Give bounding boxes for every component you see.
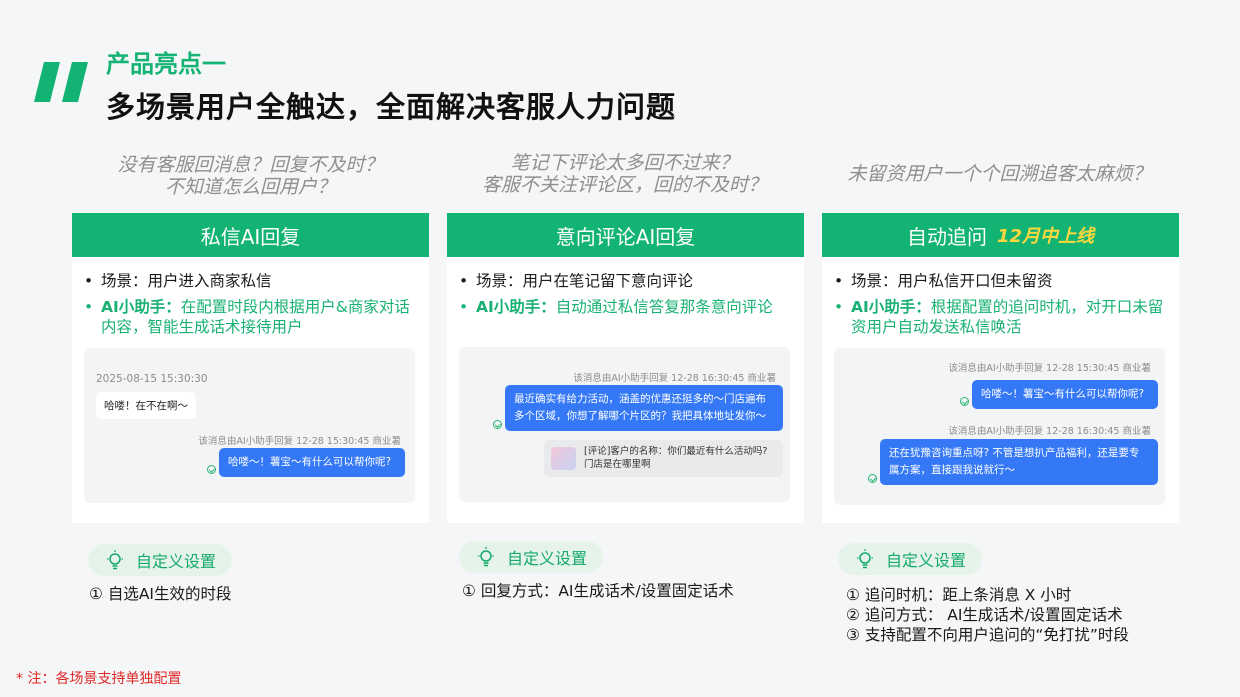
eyebrow-title: 产品亮点一 [106, 50, 226, 78]
lightbulb-icon [857, 549, 873, 569]
comment-thumbnail [551, 447, 576, 470]
card-header: 自动追问 12月中上线 [822, 213, 1179, 257]
settings-notes-3: ① 追问时机：距上条消息 X 小时 ② 追问方式： AI生成话术/设置固定话术 … [846, 585, 1129, 645]
lightbulb-icon [478, 547, 494, 567]
settings-notes-1: ① 自选AI生效的时段 [89, 584, 232, 604]
chat-timestamp: 2025-08-15 15:30:30 [96, 373, 208, 385]
note-item: ① 追问时机：距上条消息 X 小时 [846, 586, 1072, 604]
reply-bubble: 哈喽～！薯宝～有什么可以帮你呢? [972, 380, 1158, 409]
quote-mark-icon [34, 62, 88, 102]
pill-label: 自定义设置 [507, 549, 588, 568]
pill-label: 自定义设置 [136, 552, 217, 571]
chat-preview: 该消息由AI小助手回复 12-28 16:30:45 商业薯 最近确实有给力活动… [459, 347, 790, 502]
comment-line: 门店是在哪里啊 [584, 459, 651, 470]
settings-notes-2: ① 回复方式：AI生成话术/设置固定话术 [462, 581, 734, 601]
reply-bubble: 还在犹豫咨询重点呀? 不管是想扒产品福利，还是要专属方案，直接跟我说就行～ [880, 439, 1158, 485]
card-title: 私信AI回复 [200, 224, 301, 249]
feature-card-auto-followup: 自动追问 12月中上线 场景：用户私信开口但未留资 AI小助手：根据配置的追问时… [822, 213, 1179, 523]
card-body: 场景：用户在笔记留下意向评论 AI小助手：自动通过私信答复那条意向评论 该消息由… [447, 257, 804, 523]
quoted-comment: [评论]客户的名称：你们最近有什么活动吗? 门店是在哪里啊 [544, 440, 783, 477]
reply-bubble: 哈喽～！薯宝～有什么可以帮你呢? [219, 448, 405, 477]
chat-preview: 2025-08-15 15:30:30 哈喽！在不在啊～ 该消息由AI小助手回复… [84, 348, 415, 503]
launch-badge: 12月中上线 [996, 226, 1095, 247]
comment-line: [评论]客户的名称：你们最近有什么活动吗? [584, 446, 768, 457]
note-item: ① 回复方式：AI生成话术/设置固定话术 [462, 582, 734, 600]
chat-meta: 该消息由AI小助手回复 12-28 15:30:45 商业薯 [198, 436, 401, 447]
assistant-text: AI小助手：在配置时段内根据用户&商家对话内容，智能生成话术接待用户 [84, 297, 417, 337]
pain-point-3: 未留资用户一个个回溯追客太麻烦？ [847, 163, 1152, 185]
page-title: 多场景用户全触达，全面解决客服人力问题 [106, 90, 677, 124]
card-body: 场景：用户私信开口但未留资 AI小助手：根据配置的追问时机，对开口未留资用户自动… [822, 257, 1179, 523]
sent-check-icon [207, 465, 216, 474]
chat-meta: 该消息由AI小助手回复 12-28 16:30:45 商业薯 [573, 373, 776, 384]
sent-check-icon [960, 397, 969, 406]
chat-preview: 该消息由AI小助手回复 12-28 15:30:45 商业薯 哈喽～！薯宝～有什… [834, 348, 1165, 505]
custom-settings-pill-1: 自定义设置 [88, 544, 233, 576]
assistant-text: AI小助手：自动通过私信答复那条意向评论 [459, 297, 792, 317]
footnote: * 注：各场景支持单独配置 [16, 671, 182, 687]
sent-check-icon [868, 474, 877, 483]
pain-point-2: 笔记下评论太多回不过来？ 客服不关注评论区，回的不及时？ [481, 152, 767, 196]
assistant-text: AI小助手：根据配置的追问时机，对开口未留资用户自动发送私信唤活 [834, 297, 1167, 337]
card-header: 私信AI回复 [72, 213, 429, 257]
scene-text: 场景：用户在笔记留下意向评论 [459, 271, 792, 291]
incoming-bubble: 哈喽！在不在啊～ [96, 392, 196, 419]
card-header: 意向评论AI回复 [447, 213, 804, 257]
note-item: ① 自选AI生效的时段 [89, 585, 232, 603]
pill-label: 自定义设置 [886, 551, 967, 570]
scene-text: 场景：用户私信开口但未留资 [834, 271, 1167, 291]
chat-meta: 该消息由AI小助手回复 12-28 16:30:45 商业薯 [948, 426, 1151, 437]
feature-card-dm-ai-reply: 私信AI回复 场景：用户进入商家私信 AI小助手：在配置时段内根据用户&商家对话… [72, 213, 429, 523]
card-title: 自动追问 [906, 224, 987, 249]
reply-bubble: 最近确实有给力活动，涵盖的优惠还挺多的～门店遍布多个区域，你想了解哪个片区的？我… [505, 385, 783, 431]
custom-settings-pill-3: 自定义设置 [838, 543, 983, 575]
feature-card-comment-ai-reply: 意向评论AI回复 场景：用户在笔记留下意向评论 AI小助手：自动通过私信答复那条… [447, 213, 804, 523]
card-body: 场景：用户进入商家私信 AI小助手：在配置时段内根据用户&商家对话内容，智能生成… [72, 257, 429, 523]
pain-point-1: 没有客服回消息？回复不及时？ 不知道怎么回用户？ [117, 154, 384, 198]
custom-settings-pill-2: 自定义设置 [459, 541, 604, 573]
card-title: 意向评论AI回复 [555, 224, 696, 249]
chat-meta: 该消息由AI小助手回复 12-28 15:30:45 商业薯 [948, 363, 1151, 374]
sent-check-icon [493, 420, 502, 429]
note-item: ③ 支持配置不向用户追问的“免打扰”时段 [846, 626, 1129, 644]
note-item: ② 追问方式： AI生成话术/设置固定话术 [846, 606, 1123, 624]
scene-text: 场景：用户进入商家私信 [84, 271, 417, 291]
lightbulb-icon [107, 550, 123, 570]
